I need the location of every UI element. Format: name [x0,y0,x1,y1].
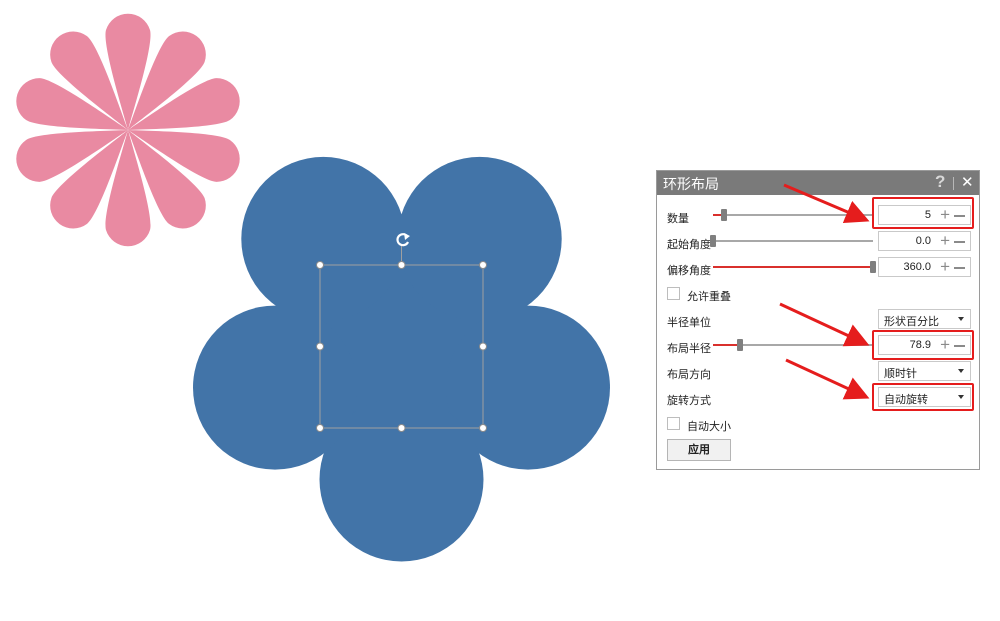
radius-unit-select[interactable]: 形状百分比 [878,309,971,329]
flower-circle [397,156,562,321]
panel-titlebar: 环形布局 ? ✕ [657,171,979,195]
start-angle-slider-track[interactable] [713,240,873,242]
allow-overlap-checkbox[interactable] [667,287,680,300]
layout-radius-label: 布局半径 [667,343,711,355]
allow-overlap-label: 允许重叠 [687,291,731,303]
layout-direction-select[interactable]: 顺时针 [878,361,971,381]
radius-unit-label: 半径单位 [667,317,711,329]
flower-circle [193,305,357,470]
chevron-down-icon [958,369,964,373]
resize-handle-right[interactable] [479,342,487,351]
resize-handle-bottom[interactable] [397,424,406,432]
help-icon[interactable]: ? [935,172,945,192]
layout-radius-slider-fill [713,344,741,346]
resize-handle-top-left[interactable] [316,261,324,269]
plus-icon[interactable]: + [940,231,950,251]
layout-direction-label: 布局方向 [667,369,711,381]
minus-icon[interactable] [954,267,965,269]
radius-unit-value: 形状百分比 [884,316,939,328]
offset-angle-input[interactable]: 360.0 + [878,257,971,277]
layout-direction-value: 顺时针 [884,368,917,380]
auto-size-label: 自动大小 [687,421,731,433]
start-angle-input[interactable]: 0.0 + [878,231,971,251]
pink-petal-flower[interactable] [10,13,245,247]
flower-circle [241,156,406,321]
annotation-box-rotation [872,383,974,411]
resize-handle-top[interactable] [397,261,406,269]
resize-handle-left[interactable] [316,342,324,351]
offset-angle-value: 360.0 [903,261,931,273]
plus-icon[interactable]: + [940,257,950,277]
start-angle-label: 起始角度 [667,239,711,251]
offset-angle-slider-thumb[interactable] [870,261,876,273]
blue-circle-flower[interactable] [193,156,610,562]
apply-button[interactable]: 应用 [667,439,731,461]
start-angle-value: 0.0 [915,235,931,247]
start-angle-slider-thumb[interactable] [710,235,716,247]
annotation-box-count [872,197,974,229]
count-label: 数量 [667,213,689,225]
close-icon[interactable]: ✕ [961,173,974,191]
count-slider-thumb[interactable] [721,209,728,221]
offset-angle-slider-fill [713,266,873,268]
chevron-down-icon [958,317,964,321]
minus-icon[interactable] [954,241,965,243]
rotation-mode-label: 旋转方式 [667,395,711,407]
resize-handle-top-right[interactable] [479,261,487,269]
annotation-box-radius [872,330,974,360]
panel-title: 环形布局 [663,176,719,192]
auto-size-checkbox[interactable] [667,417,680,430]
offset-angle-label: 偏移角度 [667,265,711,277]
resize-handle-bottom-right[interactable] [479,424,487,432]
count-slider-track[interactable] [713,214,873,216]
layout-radius-slider-thumb[interactable] [737,339,744,351]
resize-handle-bottom-left[interactable] [316,424,324,432]
titlebar-divider [953,177,954,190]
